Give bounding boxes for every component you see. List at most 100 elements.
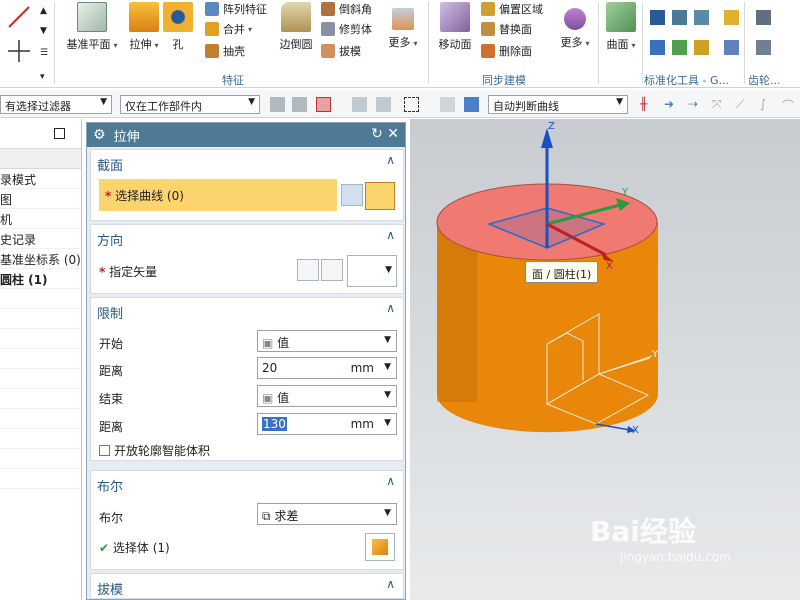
snap-icon-2[interactable] bbox=[292, 97, 307, 112]
section-header[interactable]: 截面 ∧ bbox=[91, 150, 403, 174]
ribbon-scroll-up[interactable]: ▲ bbox=[40, 2, 47, 20]
close-icon[interactable]: ✕ bbox=[387, 126, 399, 142]
gear-tool-icon-2[interactable] bbox=[756, 40, 771, 55]
move-face-button[interactable]: 移动面 bbox=[434, 2, 476, 52]
select-body-label[interactable]: ✔ 选择体 (1) bbox=[99, 539, 170, 556]
std-tool-icon-1[interactable] bbox=[650, 10, 665, 25]
body-cube-icon bbox=[372, 539, 388, 555]
boolean-header[interactable]: 布尔 ∧ bbox=[91, 471, 403, 495]
chevron-up-icon[interactable]: ∧ bbox=[386, 474, 395, 488]
surface-button[interactable]: 曲面 ▾ bbox=[604, 2, 638, 52]
ribbon-scroll-down[interactable]: ▼ bbox=[40, 22, 47, 40]
direction-header[interactable]: 方向 ∧ bbox=[91, 225, 403, 249]
vector-type-dropdown[interactable]: ▼ bbox=[347, 255, 397, 287]
offset-region-button[interactable]: 偏置区域 bbox=[481, 0, 543, 18]
nav-row-camera[interactable]: 机 bbox=[0, 209, 81, 229]
sketch-line-tool[interactable] bbox=[2, 2, 36, 35]
pattern-feature-button[interactable]: 阵列特征 bbox=[205, 0, 267, 18]
snap-icon-4[interactable] bbox=[376, 97, 391, 112]
reverse-direction-button[interactable] bbox=[297, 259, 319, 281]
specify-vector-label: * 指定矢量 bbox=[99, 265, 158, 279]
draft-header[interactable]: 拔模 ∧ bbox=[91, 574, 403, 598]
eraser-icon[interactable] bbox=[440, 97, 455, 112]
curve-tool-icon-2[interactable]: ➜ bbox=[664, 97, 679, 112]
curve-tool-icon-3[interactable]: ⇢ bbox=[688, 97, 703, 112]
start-distance-input[interactable]: 20 mm ▼ bbox=[257, 357, 397, 379]
chevron-up-icon[interactable]: ∧ bbox=[386, 228, 395, 242]
draft-button[interactable]: 拔模 bbox=[321, 42, 361, 60]
box-select-icon[interactable] bbox=[404, 97, 419, 112]
subtract-icon: ⧉ bbox=[262, 509, 271, 523]
nav-row-views[interactable]: 图 bbox=[0, 189, 81, 209]
gear-icon[interactable]: ⚙ bbox=[93, 127, 106, 143]
select-curve-field[interactable]: * 选择曲线 (0) bbox=[99, 179, 337, 211]
trim-body-button[interactable]: 修剪体 bbox=[321, 20, 372, 38]
chevron-up-icon[interactable]: ∧ bbox=[386, 153, 395, 167]
std-tool-icon-8[interactable] bbox=[724, 40, 739, 55]
start-option-select[interactable]: ▣ 值 ▼ bbox=[257, 330, 397, 352]
curve-tool-icon-7[interactable]: ⌒ bbox=[782, 97, 797, 113]
cube-icon[interactable] bbox=[464, 97, 479, 112]
std-tool-icon-5[interactable] bbox=[650, 40, 665, 55]
datum-plane-button[interactable]: 基准平面 ▾ bbox=[66, 2, 118, 52]
ribbon-expand[interactable]: ▾ bbox=[40, 68, 45, 86]
open-profile-checkbox-row[interactable]: 开放轮廓智能体积 bbox=[99, 442, 210, 459]
end-distance-input[interactable]: 130 mm ▼ bbox=[257, 413, 397, 435]
std-tool-icon-6[interactable] bbox=[672, 40, 687, 55]
snap-icon-3[interactable] bbox=[352, 97, 367, 112]
end-option-select[interactable]: ▣ 值 ▼ bbox=[257, 385, 397, 407]
open-profile-checkbox[interactable] bbox=[99, 445, 110, 456]
chamfer-button[interactable]: 倒斜角 bbox=[321, 0, 372, 18]
curve-rule-combo[interactable]: 自动判断曲线 ▼ bbox=[488, 95, 628, 114]
standard-tools-label[interactable]: 标准化工具 - G... bbox=[644, 72, 729, 88]
nav-row-datum-csys[interactable]: 基准坐标系 (0) bbox=[0, 249, 81, 269]
shell-button[interactable]: 抽壳 bbox=[205, 42, 245, 60]
std-tool-icon-2[interactable] bbox=[672, 10, 687, 25]
sketch-section-button[interactable] bbox=[341, 184, 363, 206]
maximize-icon[interactable] bbox=[54, 128, 65, 139]
start-distance-label: 距离 bbox=[99, 364, 124, 378]
line-icon bbox=[8, 6, 30, 28]
curve-tool-icon-6[interactable]: ∫ bbox=[760, 97, 775, 112]
delete-face-button[interactable]: 删除面 bbox=[481, 42, 532, 60]
point-snap-icon[interactable] bbox=[316, 97, 331, 112]
std-tool-icon-4[interactable] bbox=[724, 10, 739, 25]
dialog-title: 拉伸 bbox=[113, 129, 140, 145]
ribbon-scroll-more[interactable]: ☰ bbox=[40, 44, 48, 62]
nav-row-empty bbox=[0, 309, 81, 329]
draft-icon bbox=[321, 44, 335, 58]
std-tool-icon-3[interactable] bbox=[694, 10, 709, 25]
select-body-button[interactable] bbox=[365, 533, 395, 561]
gear-tool-icon-1[interactable] bbox=[756, 10, 771, 25]
snap-icon-1[interactable] bbox=[270, 97, 285, 112]
sketch-point-tool[interactable] bbox=[2, 36, 36, 69]
limits-header[interactable]: 限制 ∧ bbox=[91, 298, 403, 322]
nav-row-history-mode[interactable]: 录模式 bbox=[0, 169, 81, 189]
gear-tools-label[interactable]: 齿轮... bbox=[748, 72, 781, 88]
chevron-down-icon: ▼ bbox=[384, 508, 391, 518]
curve-tool-icon-1[interactable]: ╫ bbox=[640, 97, 655, 112]
curve-section-button[interactable] bbox=[365, 182, 395, 210]
hole-button[interactable]: 孔 bbox=[160, 2, 196, 52]
std-tool-icon-7[interactable] bbox=[694, 40, 709, 55]
section-panel: 截面 ∧ * 选择曲线 (0) bbox=[90, 149, 404, 221]
feature-more-button[interactable]: 更多 ▾ bbox=[384, 2, 422, 50]
chevron-up-icon[interactable]: ∧ bbox=[386, 301, 395, 315]
reset-icon[interactable]: ↻ bbox=[371, 126, 383, 142]
replace-face-button[interactable]: 替换面 bbox=[481, 20, 532, 38]
chevron-up-icon[interactable]: ∧ bbox=[386, 577, 395, 591]
edge-blend-button[interactable]: 边倒圆 bbox=[276, 2, 316, 52]
chevron-down-icon: ▼ bbox=[616, 97, 623, 107]
curve-tool-icon-4[interactable]: ⤧ bbox=[712, 97, 727, 112]
nav-row-history[interactable]: 史记录 bbox=[0, 229, 81, 249]
nav-row-cylinder[interactable]: 圆柱 (1) bbox=[0, 269, 81, 289]
unite-button[interactable]: 合并 ▾ bbox=[205, 20, 252, 38]
boolean-option-select[interactable]: ⧉ 求差 ▼ bbox=[257, 503, 397, 525]
selection-filter-combo[interactable]: 有选择过滤器 ▼ bbox=[0, 95, 112, 114]
sync-more-button[interactable]: 更多 ▾ bbox=[556, 2, 594, 50]
curve-tool-icon-5[interactable]: ⟋ bbox=[736, 97, 751, 112]
vector-dialog-button[interactable] bbox=[321, 259, 343, 281]
scope-combo[interactable]: 仅在工作部件内 ▼ bbox=[120, 95, 260, 114]
csys-x-label: X bbox=[632, 425, 639, 436]
extrude-dialog: ⚙ 拉伸 ↻ ✕ 截面 ∧ * 选择曲线 (0) 方向 ∧ * 指定矢量 ▼ 限制 ∧… bbox=[86, 122, 406, 600]
